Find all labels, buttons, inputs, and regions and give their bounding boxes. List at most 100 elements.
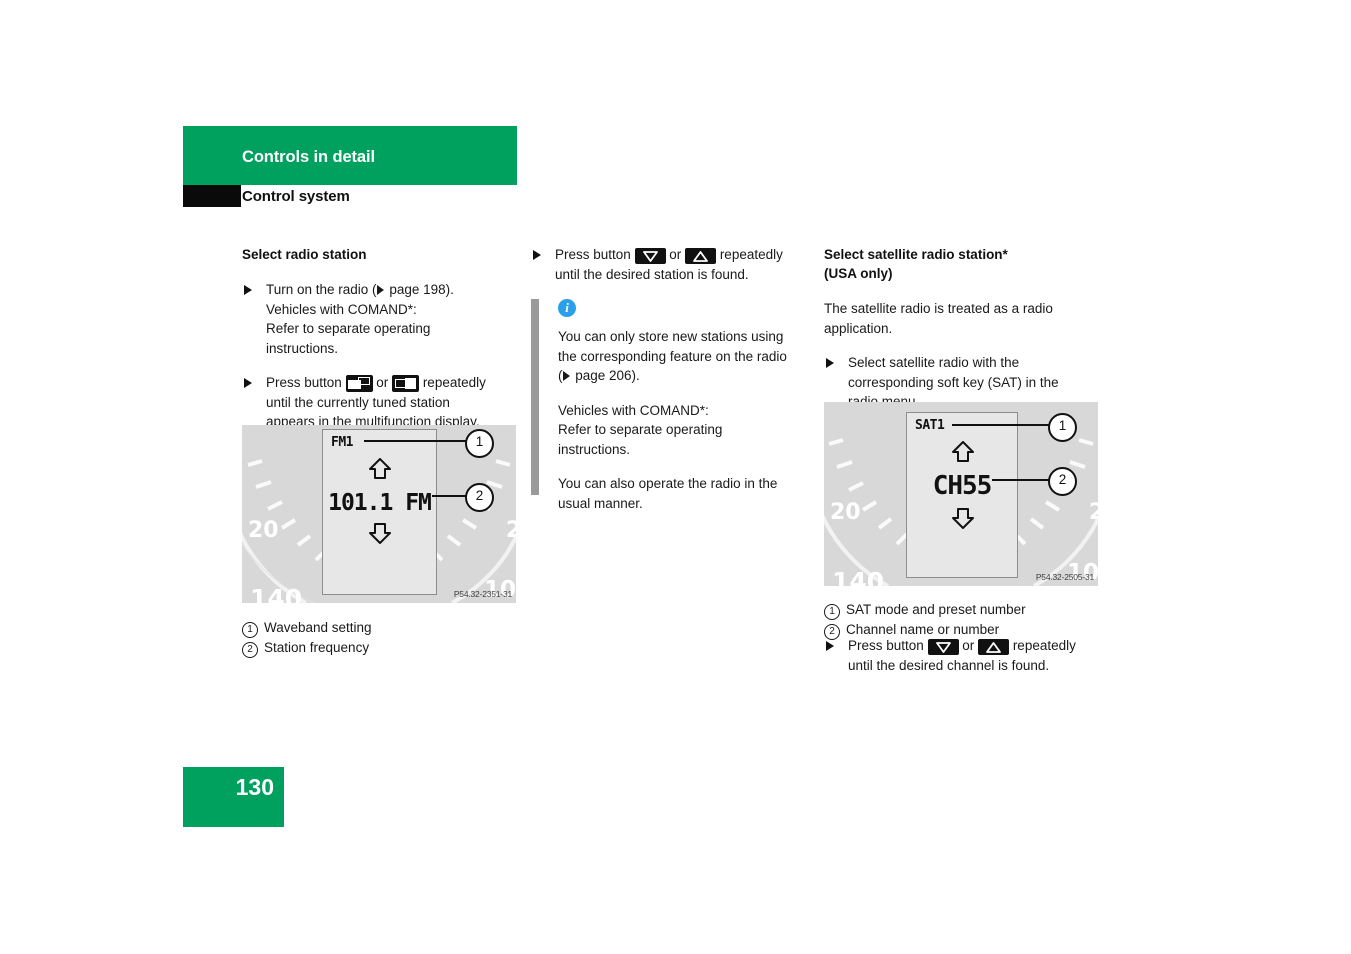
svg-text:140: 140	[832, 567, 884, 586]
bullet-turn-on-radio: Turn on the radio ( page 198). Vehicles …	[242, 280, 518, 358]
figure-sat-display: 140 20 10 2 SAT1 CH55 1 2 P54.32-2505-31	[824, 402, 1098, 586]
bullet-line1-pre: Turn on the radio (	[266, 282, 377, 297]
info-icon: i	[558, 299, 576, 317]
right-heading-line2: (USA only)	[824, 266, 893, 281]
sat-press-bullet-wrapper: Press button or repeatedly until the des…	[824, 636, 1104, 690]
section-marker-tab	[183, 185, 241, 207]
sat-bullet-line1: Select satellite radio with the	[848, 355, 1020, 370]
figure-fm-display: 140 20 10 2 FM1 101.1 FM 1 2 P54.32-2351…	[242, 425, 516, 603]
sat-figure-caption-list: 1 SAT mode and preset number 2 Channel nam…	[824, 600, 1104, 640]
left-heading: Select radio station	[242, 247, 367, 262]
page-ref-arrow-icon	[376, 285, 386, 295]
caption-number: 2	[242, 642, 258, 658]
press-line2: until the desired channel is found.	[848, 657, 1050, 673]
bullet-triangle-icon	[533, 250, 541, 260]
arrow-down-indicator-icon	[952, 508, 974, 529]
callout-marker-2: 2	[465, 483, 494, 512]
note-p1-line2: the corresponding feature on the radio	[558, 348, 787, 364]
fm-figure-caption-list: 1 Waveband setting 2 Station frequency	[242, 618, 522, 658]
bullet-press-channel-button: Press button or repeatedly until the des…	[824, 636, 1104, 675]
callout-line-2	[992, 479, 1052, 481]
caption-row: 1 SAT mode and preset number	[824, 600, 1104, 620]
svg-text:2: 2	[1089, 500, 1098, 525]
note-p2-line3: instructions.	[558, 441, 631, 457]
note-block: i You can only store new stations using …	[531, 299, 809, 513]
press-line2: until the currently tuned station	[266, 394, 450, 410]
note-side-bar	[531, 299, 539, 495]
or-label: or	[372, 375, 393, 390]
bullet-line1-post: page 198).	[385, 282, 454, 297]
press-button-label: Press button	[266, 375, 346, 390]
figure-code-label: P54.32-2351-31	[453, 589, 512, 599]
callout-marker-1: 1	[465, 429, 494, 458]
svg-text:140: 140	[250, 584, 302, 603]
press-line2: until the desired station is found.	[555, 266, 749, 282]
press-button-label: Press button	[555, 247, 635, 262]
svg-text:20: 20	[830, 500, 861, 525]
note-p3-line2: usual manner.	[558, 495, 643, 511]
lcd-panel-sat: SAT1 CH55	[906, 412, 1018, 578]
note-paragraph-2: Vehicles with COMAND*: Refer to separate…	[558, 401, 809, 460]
note-p1-line1: You can only store new stations using	[558, 329, 784, 344]
svg-text:20: 20	[248, 518, 279, 543]
lcd-channel-value: CH55	[932, 471, 993, 501]
svg-text:2: 2	[506, 518, 516, 543]
caption-row: 1 Waveband setting	[242, 618, 522, 638]
right-heading: Select satellite radio station* (USA onl…	[824, 245, 1102, 283]
arrow-up-button-icon	[685, 248, 717, 264]
bullet-line4: instructions.	[266, 340, 339, 356]
lcd-station-frequency: 101.1 FM	[328, 490, 432, 516]
callout-line-1	[952, 424, 1052, 426]
bullet-line3: Refer to separate operating	[266, 321, 431, 336]
right-p1-line1: The satellite radio is treated as a radi…	[824, 301, 1053, 316]
chapter-header-band: Controls in detail	[183, 126, 517, 185]
page-ref-arrow-icon	[562, 371, 572, 381]
note-p2-line1: Vehicles with COMAND*:	[558, 402, 709, 418]
arrow-down-indicator-icon	[369, 523, 391, 544]
window-right-icon	[392, 375, 420, 392]
callout-marker-1: 1	[1048, 413, 1077, 442]
lcd-panel-fm: FM1 101.1 FM	[322, 429, 437, 595]
bullet-triangle-icon	[244, 378, 252, 388]
arrow-down-button-icon	[927, 639, 959, 655]
figure-code-label: P54.32-2505-31	[1035, 572, 1094, 582]
chapter-title: Controls in detail	[242, 148, 375, 166]
callout-marker-2: 2	[1048, 467, 1077, 496]
repeatedly-label: repeatedly	[716, 247, 783, 262]
note-p3-line1: You can also operate the radio in the	[558, 476, 778, 491]
caption-text: Channel name or number	[846, 622, 1000, 637]
section-title: Control system	[242, 188, 350, 205]
right-paragraph-1: The satellite radio is treated as a radi…	[824, 299, 1102, 338]
lcd-waveband-label: FM1	[331, 435, 353, 450]
bullet-triangle-icon	[244, 285, 252, 295]
sat-bullet-line2: corresponding soft key (SAT) in the	[848, 374, 1059, 390]
caption-row: 2 Station frequency	[242, 638, 522, 658]
arrow-down-button-icon	[634, 248, 666, 264]
callout-line-1	[364, 440, 469, 442]
left-column: Select radio station Turn on the radio (…	[242, 245, 518, 447]
right-p1-line2: application.	[824, 320, 893, 336]
caption-text: SAT mode and preset number	[846, 602, 1026, 617]
bullet-triangle-icon	[826, 358, 834, 368]
caption-text: Station frequency	[264, 640, 370, 655]
window-left-icon	[345, 375, 373, 392]
note-p2-line2: Refer to separate operating	[558, 422, 723, 437]
page-number: 130	[235, 774, 274, 800]
repeatedly-label: repeatedly	[1009, 638, 1076, 653]
bullet-press-window-button: Press button or repeatedly until the cur…	[242, 373, 518, 432]
caption-text: Waveband setting	[264, 620, 372, 635]
caption-number: 1	[824, 604, 840, 620]
bullet-line2: Vehicles with COMAND*:	[266, 301, 417, 317]
note-paragraph-3: You can also operate the radio in the us…	[558, 474, 809, 513]
or-label: or	[665, 247, 686, 262]
repeatedly-label: repeatedly	[419, 375, 486, 390]
page-number-band: 130	[183, 767, 284, 827]
bullet-triangle-icon	[826, 641, 834, 651]
right-heading-line1: Select satellite radio station*	[824, 247, 1008, 262]
right-column: Select satellite radio station* (USA onl…	[824, 245, 1102, 427]
arrow-up-button-icon	[978, 639, 1010, 655]
middle-column: Press button or repeatedly until the des…	[531, 245, 809, 528]
bullet-press-seek-button: Press button or repeatedly until the des…	[531, 245, 809, 284]
press-button-label: Press button	[848, 638, 928, 653]
or-label: or	[958, 638, 979, 653]
